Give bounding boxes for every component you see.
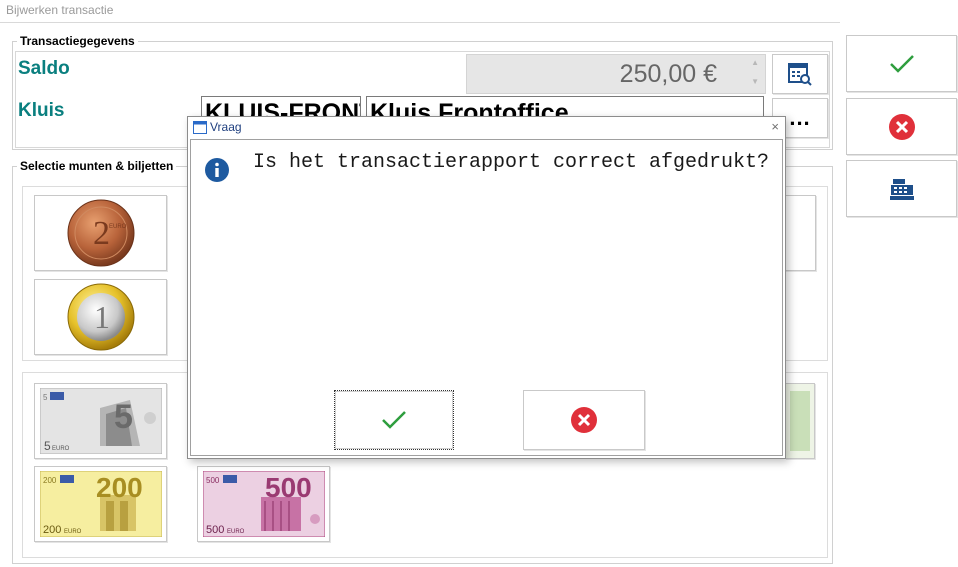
- confirm-button[interactable]: [846, 35, 957, 92]
- info-icon: [205, 158, 229, 182]
- one-euro-coin-icon: 1: [67, 283, 134, 351]
- spin-up-icon[interactable]: ▲: [751, 58, 759, 67]
- dialog-cancel-button[interactable]: [523, 390, 645, 450]
- note-200-label: 200: [43, 524, 61, 536]
- svg-text:500: 500: [265, 472, 312, 503]
- browse-label: ...: [789, 105, 811, 130]
- dialog-body: Is het transactierapport correct afgedru…: [190, 139, 783, 456]
- saldo-field: 250,00 € ▲ ▼: [466, 54, 766, 94]
- coin-1-label: 1: [94, 299, 110, 335]
- dialog-close-button[interactable]: ×: [771, 119, 779, 134]
- note-tile-200[interactable]: 200 200 200 EURO: [34, 466, 167, 542]
- question-dialog: Vraag × Is het transactierapport correct…: [187, 116, 786, 459]
- note-5-label: 5: [44, 439, 51, 453]
- five-hundred-euro-note-icon: 500 500 500 EURO: [202, 471, 325, 537]
- checkmark-icon: [382, 411, 406, 429]
- coin-tile-1[interactable]: 1: [34, 279, 167, 355]
- note-500-label: 500: [206, 524, 224, 536]
- coin-2-label: 2: [93, 215, 110, 252]
- cancel-icon: [571, 407, 597, 433]
- kluis-label: Kluis: [18, 100, 65, 121]
- two-hundred-euro-note-icon: 200 200 200 EURO: [39, 471, 162, 537]
- dialog-ok-button[interactable]: [334, 390, 454, 450]
- svg-text:200: 200: [43, 476, 57, 485]
- dialog-message: Is het transactierapport correct afgedru…: [252, 151, 770, 174]
- two-euro-coin-icon: 2 EURO: [67, 199, 134, 267]
- svg-text:5: 5: [114, 398, 133, 436]
- cash-register-icon: [889, 178, 914, 200]
- title-divider: [0, 22, 840, 23]
- five-euro-note-icon: 5 5 5 EURO: [39, 388, 162, 454]
- window-icon: [193, 121, 207, 134]
- note-tile-500[interactable]: 500 500 500 EURO: [197, 466, 330, 542]
- svg-text:EURO: EURO: [64, 529, 82, 535]
- cancel-button[interactable]: [846, 98, 957, 155]
- coin-tile-2[interactable]: 2 EURO: [34, 195, 167, 271]
- saldo-label: Saldo: [18, 58, 70, 79]
- note-tile-5[interactable]: 5 5 5 EURO: [34, 383, 167, 459]
- spin-down-icon[interactable]: ▼: [751, 77, 759, 86]
- coin-tile-partial[interactable]: [783, 195, 816, 271]
- green-note-edge: [790, 391, 810, 451]
- checkmark-icon: [889, 54, 914, 73]
- window-title: Bijwerken transactie: [6, 3, 114, 17]
- cancel-icon: [888, 113, 915, 140]
- svg-text:EURO: EURO: [227, 529, 245, 535]
- selection-group-label: Selectie munten & biljetten: [17, 159, 177, 173]
- dialog-titlebar[interactable]: Vraag ×: [188, 117, 785, 139]
- calculator-report-icon: [788, 63, 812, 86]
- svg-text:200: 200: [96, 472, 143, 503]
- svg-text:5: 5: [43, 393, 48, 402]
- cash-register-button[interactable]: [846, 160, 957, 217]
- svg-text:EURO: EURO: [109, 224, 127, 230]
- calculator-button[interactable]: [772, 54, 828, 94]
- saldo-value: 250,00 €: [619, 60, 717, 88]
- dialog-title: Vraag: [210, 120, 242, 134]
- svg-text:EURO: EURO: [52, 446, 70, 452]
- note-tile-partial[interactable]: [785, 383, 815, 459]
- svg-text:500: 500: [206, 476, 220, 485]
- transaction-group-label: Transactiegegevens: [17, 34, 138, 48]
